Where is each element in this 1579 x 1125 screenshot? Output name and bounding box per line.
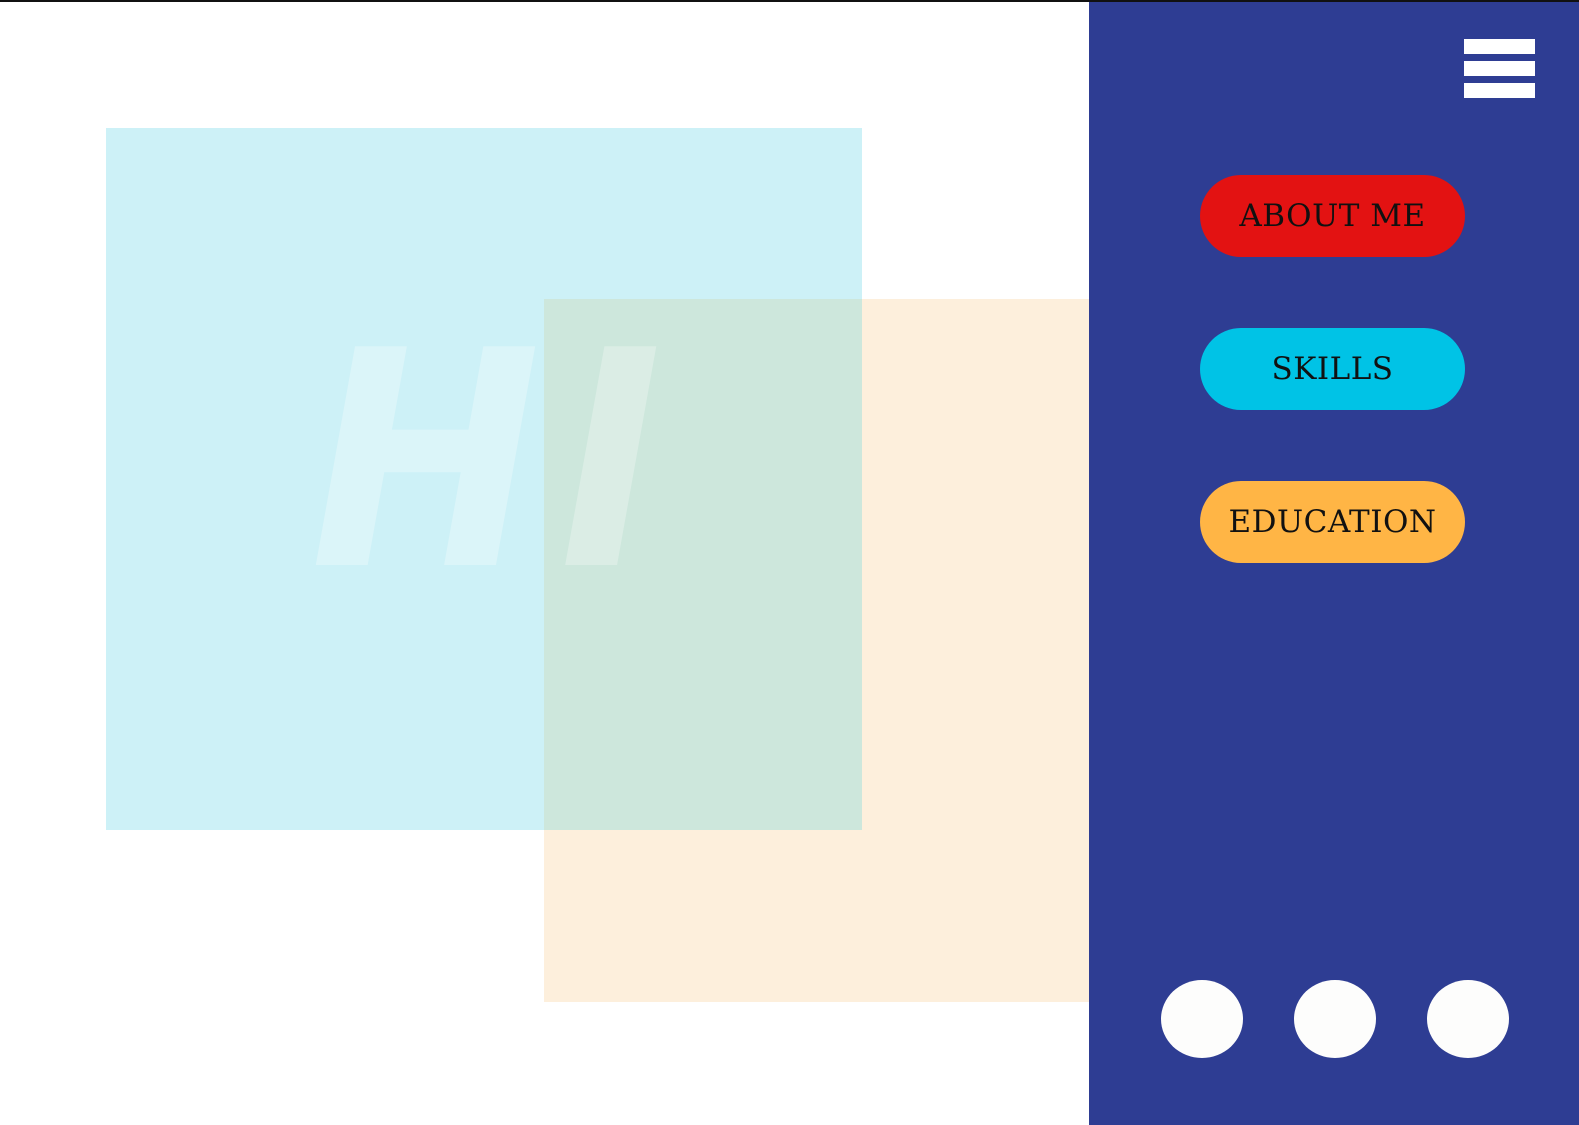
pagination-dot-3[interactable] — [1427, 980, 1509, 1058]
skills-button[interactable]: SKILLS — [1200, 328, 1465, 410]
hamburger-menu-icon[interactable] — [1464, 39, 1535, 99]
main-content: HI — [0, 2, 1089, 1125]
pagination-dot-2[interactable] — [1294, 980, 1376, 1058]
education-button[interactable]: EDUCATION — [1200, 481, 1465, 563]
sidebar: ABOUT ME SKILLS EDUCATION — [1089, 2, 1579, 1125]
pagination-dot-1[interactable] — [1161, 980, 1243, 1058]
menu-bar-top — [1464, 39, 1535, 54]
hero-greeting-text: HI — [310, 287, 681, 636]
about-me-button[interactable]: ABOUT ME — [1200, 175, 1465, 257]
menu-bar-bottom — [1464, 83, 1535, 98]
menu-bar-middle — [1464, 61, 1535, 76]
